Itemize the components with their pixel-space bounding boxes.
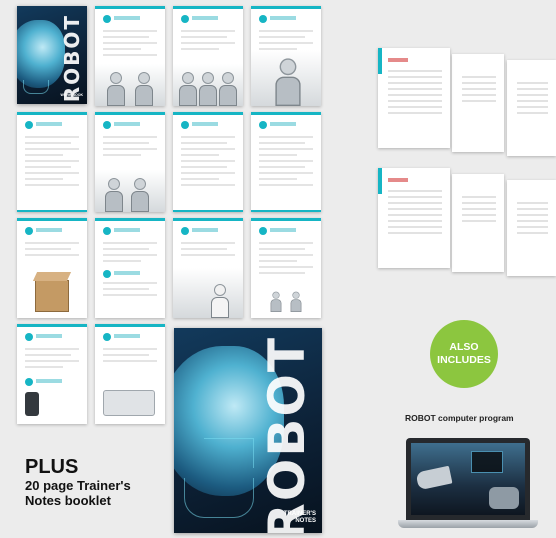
laptop-image (103, 390, 155, 416)
program-dialog (471, 451, 503, 473)
laptop-image (398, 438, 538, 534)
small-robot-image (269, 291, 282, 312)
robot-bike-image (489, 487, 519, 509)
circuit-line-decoration (204, 438, 254, 468)
robot-image (251, 50, 321, 106)
robot-arm-image (95, 64, 165, 106)
circuit-line-decoration (184, 478, 254, 518)
trainers-notes-cover: ROBOT TRAINER'S NOTES (174, 328, 322, 533)
program-screenshot (411, 443, 525, 515)
notes-spread-page (378, 168, 450, 268)
also-includes-line1: ALSO (449, 341, 479, 354)
trainers-notes-title: ROBOT (258, 336, 316, 533)
small-robot-image (289, 291, 302, 312)
circuit-line-decoration (23, 80, 49, 94)
page-thumbnail (95, 6, 165, 106)
plus-promo-text: PLUS 20 page Trainer's Notes booklet (25, 456, 131, 509)
page-thumbnail (95, 112, 165, 212)
laptop-lid (406, 438, 530, 520)
laptop-base (398, 520, 538, 528)
smartphone-image (25, 392, 39, 416)
page-thumbnail (17, 112, 87, 212)
page-thumbnail (173, 112, 243, 212)
workbook-cover: ROBOT WORK BOOK (17, 6, 87, 104)
workbook-cover-subtitle: WORK BOOK (60, 93, 83, 98)
robot-hand-image (415, 465, 453, 491)
page-thumbnail (251, 112, 321, 212)
robot-image (173, 64, 243, 106)
page-thumbnail (95, 218, 165, 318)
plus-line-1: 20 page Trainer's (25, 478, 131, 493)
plus-heading: PLUS (25, 456, 79, 478)
laboratory-image (173, 268, 243, 318)
workbook-cover-title: ROBOT (60, 14, 84, 103)
robot-image (95, 170, 165, 212)
page-thumbnail (251, 6, 321, 106)
page-thumbnail (95, 324, 165, 424)
page-thumbnail (17, 218, 87, 318)
trainers-notes-subtitle: TRAINER'S NOTES (283, 511, 316, 525)
notes-spread-page (452, 54, 504, 152)
also-includes-badge: ALSO INCLUDES (430, 320, 498, 388)
plus-line-2: Notes booklet (25, 492, 111, 508)
notes-spread-page (452, 174, 504, 272)
notes-spread-page (507, 180, 556, 276)
page-thumbnail (17, 324, 87, 424)
also-includes-line2: INCLUDES (437, 354, 491, 366)
notes-spread-page (378, 48, 450, 148)
notes-spread-page (507, 60, 556, 156)
robot-face-image (17, 20, 65, 88)
page-thumbnail (173, 6, 243, 106)
page-thumbnail (173, 218, 243, 318)
program-label: ROBOT computer program (405, 413, 514, 423)
cardboard-box-image (35, 280, 69, 312)
page-thumbnail (251, 218, 321, 318)
